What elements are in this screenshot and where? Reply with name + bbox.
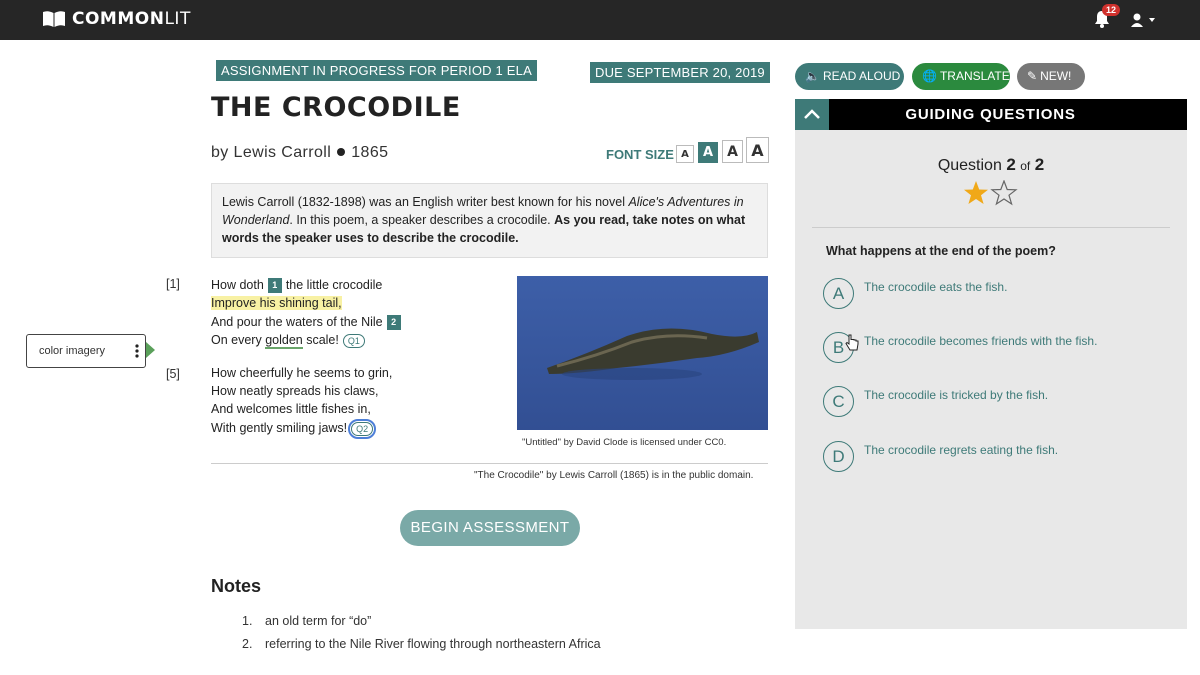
public-domain-note: "The Crocodile" by Lewis Carroll (1865) … <box>474 470 754 481</box>
progress-stars <box>964 180 1018 206</box>
read-aloud-button[interactable]: 🔈 READ ALOUD <box>795 63 904 90</box>
note-number: 2. <box>242 637 253 651</box>
highlighted-text[interactable]: Improve his shining tail, <box>211 296 342 310</box>
annotated-word[interactable]: golden <box>265 333 303 349</box>
current-question: 2 <box>1006 155 1016 174</box>
poem-line: With gently smiling jaws! Q2 <box>211 418 377 439</box>
photo-caption: "Untitled" by David Clode is licensed un… <box>522 437 727 448</box>
poem-line: On every golden scale! Q1 <box>211 333 365 349</box>
poem-line: Improve his shining tail, <box>211 296 342 310</box>
translate-label: TRANSLATE <box>939 69 1010 83</box>
question-word: Question <box>937 157 1002 174</box>
guiding-questions-panel <box>795 99 1187 629</box>
intro-text-2: . In this poem, a speaker describes a cr… <box>289 213 555 227</box>
more-options-icon[interactable] <box>135 344 139 358</box>
commonlit-logo[interactable]: COMMONLIT <box>42 9 191 29</box>
question-marker-q2[interactable]: Q2 <box>348 418 377 439</box>
chevron-up-icon <box>804 109 820 119</box>
choice-letter: A <box>823 278 854 309</box>
introduction-box: Lewis Carroll (1832-1898) was an English… <box>211 183 768 258</box>
hand-cursor-icon <box>845 334 859 351</box>
choice-text: The crocodile becomes friends with the f… <box>864 334 1098 348</box>
total-questions: 2 <box>1034 155 1045 174</box>
font-size-large-button[interactable]: A <box>722 140 743 163</box>
question-marker-q1[interactable]: Q1 <box>342 333 365 348</box>
publication-year: 1865 <box>351 144 389 161</box>
line-number: [1] <box>166 277 180 291</box>
user-menu-icon[interactable] <box>1130 12 1156 28</box>
footnote-marker[interactable]: 2 <box>386 315 401 331</box>
font-size-medium-button[interactable]: A <box>698 142 718 163</box>
choice-text: The crocodile is tricked by the fish. <box>864 388 1049 402</box>
author: by Lewis Carroll <box>211 144 332 161</box>
choice-letter: D <box>823 441 854 472</box>
footnote-marker[interactable]: 1 <box>267 278 282 294</box>
poem-text: With gently smiling jaws! <box>211 421 348 435</box>
book-icon <box>43 11 65 27</box>
annotation-card[interactable]: color imagery <box>26 334 146 368</box>
annotation-label: color imagery <box>39 345 106 357</box>
poem-line: And welcomes little fishes in, <box>211 402 371 416</box>
highlighter-icon: ✎ <box>1027 69 1038 83</box>
note-number: 1. <box>242 614 253 628</box>
assignment-status-tag: ASSIGNMENT IN PROGRESS FOR PERIOD 1 ELA <box>216 60 537 81</box>
note-item: 1. an old term for “do” <box>242 614 371 628</box>
notes-title: Notes <box>211 576 262 596</box>
logo-text-bold: COMMON <box>72 9 165 29</box>
text-title: THE CROCODILE <box>211 92 461 123</box>
poem-line: How cheerfully he seems to grin, <box>211 366 393 380</box>
speaker-icon: 🔈 <box>805 69 820 83</box>
poem-line: And pour the waters of the Nile 2 <box>211 315 405 331</box>
choice-letter: C <box>823 386 854 417</box>
read-aloud-label: READ ALOUD <box>822 69 901 83</box>
question-divider <box>812 227 1170 228</box>
intro-text: Lewis Carroll (1832-1898) was an English… <box>222 195 629 209</box>
star-empty-icon <box>990 180 1018 206</box>
question-text: What happens at the end of the poem? <box>826 244 1056 258</box>
note-text: referring to the Nile River flowing thro… <box>265 637 601 651</box>
byline: by Lewis Carroll 1865 <box>211 144 388 162</box>
poem-text: And pour the waters of the Nile <box>211 315 383 329</box>
poem-text: How doth <box>211 278 264 292</box>
begin-assessment-button[interactable]: BEGIN ASSESSMENT <box>400 510 580 546</box>
crocodile-photo <box>517 276 768 430</box>
note-text: an old term for “do” <box>265 614 372 628</box>
font-size-label: FONT SIZE <box>606 147 674 162</box>
line-number: [5] <box>166 367 180 381</box>
font-size-xlarge-button[interactable]: A <box>746 137 769 163</box>
note-item: 2. referring to the Nile River flowing th… <box>242 637 601 651</box>
collapse-panel-button[interactable] <box>795 99 829 130</box>
guiding-questions-title: GUIDING QUESTIONS <box>905 106 1076 123</box>
question-counter: Question 2 of 2 <box>795 155 1187 175</box>
globe-icon: 🌐 <box>922 69 937 83</box>
due-date-tag: DUE SEPTEMBER 20, 2019 <box>590 62 770 83</box>
of-word: of <box>1020 159 1031 173</box>
poem-text: On every <box>211 333 266 347</box>
logo-text-thin: LIT <box>164 9 191 29</box>
divider <box>211 463 768 464</box>
poem-text: the little crocodile <box>285 278 383 292</box>
font-size-small-button[interactable]: A <box>676 145 694 163</box>
annotation-pointer <box>146 342 155 358</box>
bullet-dot <box>337 147 346 156</box>
star-filled-icon <box>964 181 988 204</box>
notification-count-badge: 12 <box>1102 4 1121 16</box>
poem-line: How doth 1 the little crocodile <box>211 278 383 294</box>
choice-text: The crocodile regrets eating the fish. <box>864 443 1059 457</box>
new-label: NEW! <box>1040 69 1072 83</box>
poem-text: scale! <box>302 333 339 347</box>
choice-text: The crocodile eats the fish. <box>864 280 1008 294</box>
new-feature-button[interactable]: ✎ NEW! <box>1017 63 1085 90</box>
poem-line: How neatly spreads his claws, <box>211 384 379 398</box>
translate-button[interactable]: 🌐 TRANSLATE <box>912 63 1010 90</box>
